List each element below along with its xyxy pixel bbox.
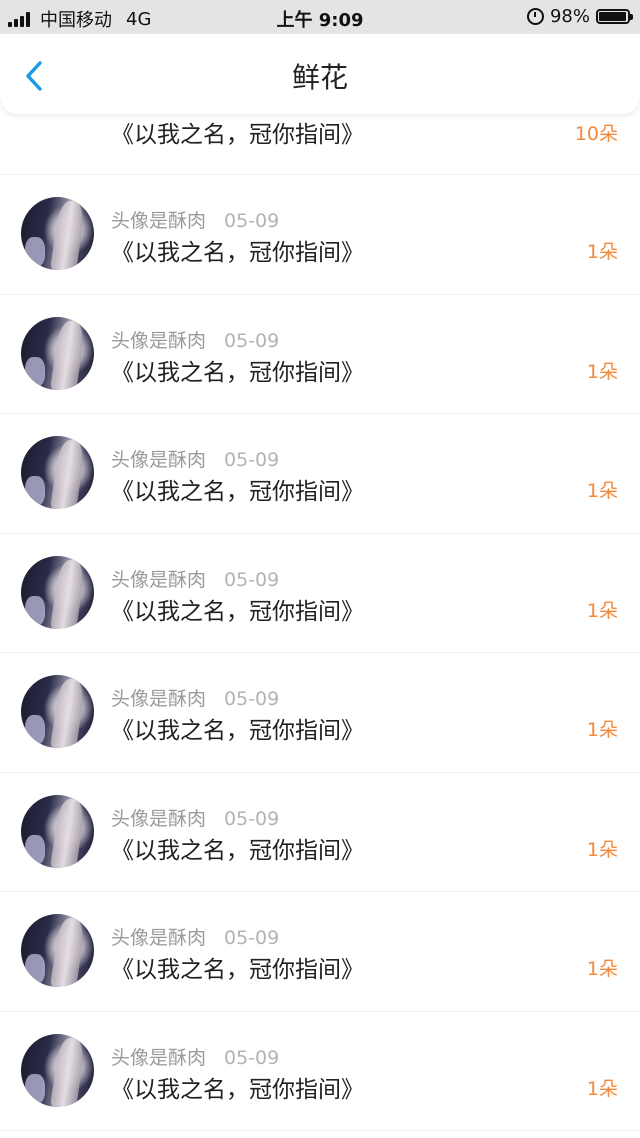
item-title: 《以我之名，冠你指间》 <box>111 957 364 983</box>
item-title: 《以我之名，冠你指间》 <box>111 598 364 625</box>
avatar <box>21 794 94 868</box>
list-item[interactable]: 头像是酥肉 05-09 《以我之名，冠你指间》 1朵 <box>0 295 640 414</box>
user-name: 头像是酥肉 <box>111 210 207 232</box>
user-name: 头像是酥肉 <box>111 1046 207 1069</box>
item-meta: 头像是酥肉 05-09 <box>111 1043 279 1070</box>
flower-count: 1朵 <box>586 1077 618 1100</box>
battery-percent: 98% <box>549 6 590 27</box>
item-title: 《以我之名，冠你指间》 <box>111 837 364 864</box>
avatar <box>21 436 94 509</box>
item-title: 《以我之名，冠你指间》 <box>111 718 364 744</box>
item-title: 《以我之名，冠你指间》 <box>111 479 364 505</box>
avatar <box>21 675 94 748</box>
flower-list-rows: 头像是酥肉 05-09 《以我之名，冠你指间》 1朵 头像是酥肉 05-09 《以我… <box>0 175 640 1131</box>
item-title: 《以我之名，冠你指间》 <box>111 1076 364 1103</box>
status-bar: 中国移动 4G 上午 9:09 98% <box>0 0 640 34</box>
battery-fill <box>599 12 626 21</box>
item-date: 05-09 <box>224 568 280 591</box>
avatar <box>21 197 94 270</box>
user-name: 头像是酥肉 <box>111 449 207 471</box>
avatar <box>21 316 94 390</box>
item-date: 05-09 <box>224 449 280 471</box>
flower-count: 1朵 <box>586 360 618 383</box>
item-date: 05-09 <box>224 927 280 949</box>
list-item[interactable]: 头像是酥肉 05-09 《以我之名，冠你指间》 1朵 <box>0 414 640 534</box>
list-item[interactable]: 头像是酥肉 05-09 《以我之名，冠你指间》 1朵 <box>0 892 640 1012</box>
item-meta: 头像是酥肉 05-09 <box>111 565 279 592</box>
user-name: 头像是酥肉 <box>111 807 207 830</box>
item-date: 05-09 <box>224 688 280 710</box>
flower-count: 1朵 <box>586 480 618 502</box>
flower-count: 10朵 <box>574 123 618 145</box>
nav-bar: 鲜花 <box>0 34 640 114</box>
user-name: 头像是酥肉 <box>111 688 207 710</box>
list-item[interactable]: 头像是酥肉 05-09 《以我之名，冠你指间》 1朵 <box>0 653 640 773</box>
flower-count: 1朵 <box>586 958 618 980</box>
item-meta: 头像是酥肉 05-09 <box>111 923 279 950</box>
flower-count: 1朵 <box>586 599 618 622</box>
item-date: 05-09 <box>224 807 280 830</box>
alarm-icon <box>526 8 544 25</box>
flower-count: 1朵 <box>586 838 618 861</box>
status-right: 98% <box>526 6 633 27</box>
avatar <box>21 914 94 987</box>
item-date: 05-09 <box>224 1046 280 1069</box>
flower-count: 1朵 <box>586 719 618 741</box>
battery-icon <box>596 9 633 24</box>
item-title: 《以我之名，冠你指间》 <box>111 122 364 148</box>
item-meta: 头像是酥肉 05-09 <box>111 326 279 353</box>
flower-count: 1朵 <box>586 241 618 263</box>
item-meta: 头像是酥肉 05-09 <box>111 206 279 233</box>
item-meta: 头像是酥肉 05-09 <box>111 445 279 472</box>
item-date: 05-09 <box>224 210 280 232</box>
user-name: 头像是酥肉 <box>111 927 207 949</box>
page-title: 鲜花 <box>291 61 348 94</box>
avatar <box>21 1033 94 1107</box>
list-item[interactable]: 头像是酥肉 05-09 《以我之名，冠你指间》 1朵 <box>0 534 640 653</box>
user-name: 头像是酥肉 <box>111 568 207 591</box>
item-title: 《以我之名，冠你指间》 <box>111 240 364 266</box>
user-name: 头像是酥肉 <box>111 329 207 352</box>
list-item[interactable]: 头像是酥肉 05-09 《以我之名，冠你指间》 1朵 <box>0 175 640 295</box>
avatar <box>21 555 94 629</box>
list-item[interactable]: 头像是酥肉 05-09 《以我之名，冠你指间》 1朵 <box>0 1012 640 1131</box>
list-item[interactable]: 头像是酥肉 05-09 《以我之名，冠你指间》 1朵 <box>0 773 640 892</box>
item-date: 05-09 <box>224 329 280 352</box>
item-title: 《以我之名，冠你指间》 <box>111 359 364 386</box>
item-meta: 头像是酥肉 05-09 <box>111 684 279 711</box>
item-meta: 头像是酥肉 05-09 <box>111 804 279 831</box>
